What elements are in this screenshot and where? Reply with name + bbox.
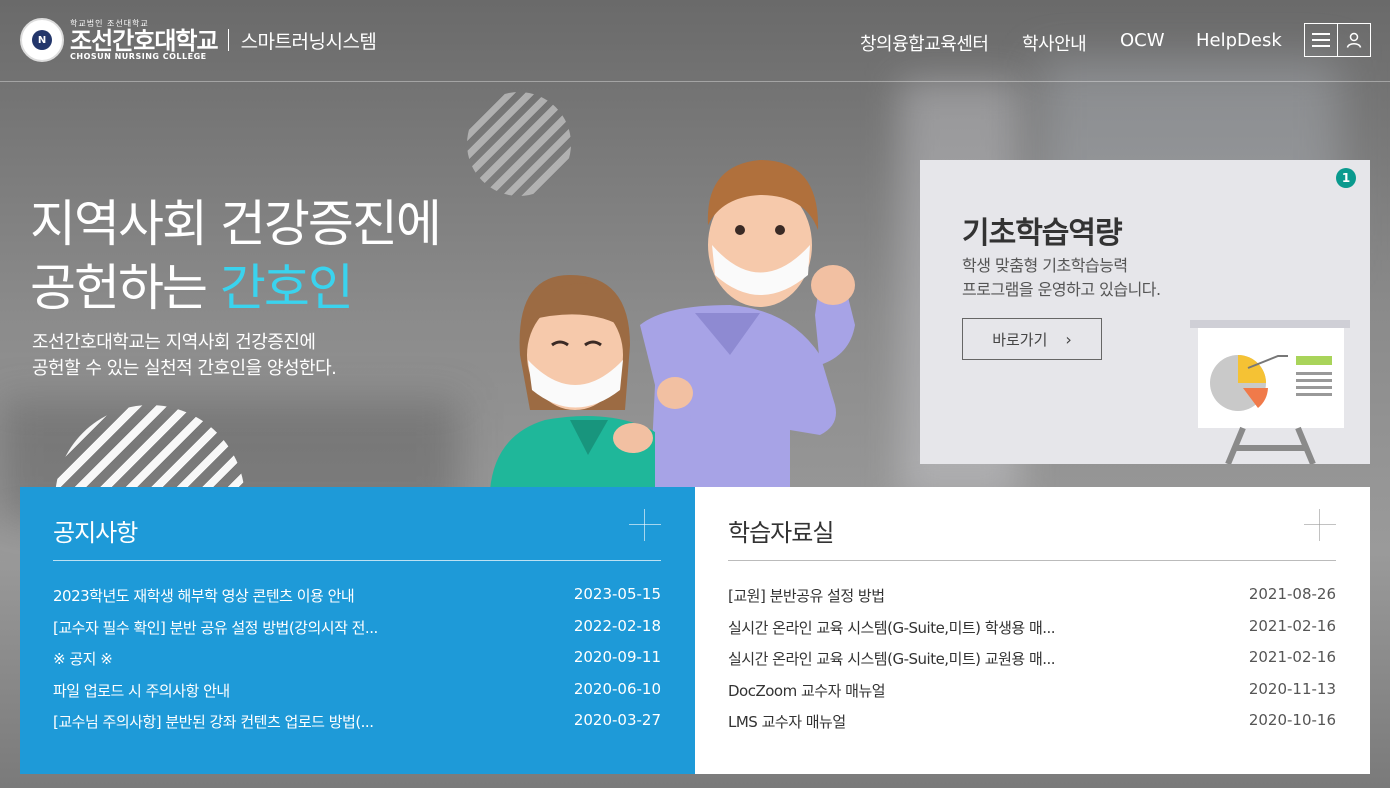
item-title[interactable]: [교원] 분반공유 설정 방법 [728,585,885,617]
notice-list: 2023학년도 재학생 해부학 영상 콘텐츠 이용 안내 2023-05-15 [… [53,585,661,743]
promo-card: 1 기초학습역량 학생 맞춤형 기초학습능력 프로그램을 운영하고 있습니다. … [920,160,1370,464]
list-item[interactable]: 2023학년도 재학생 해부학 영상 콘텐츠 이용 안내 2023-05-15 [53,585,661,617]
item-date: 2021-08-26 [1248,585,1336,603]
list-item[interactable]: 파일 업로드 시 주의사항 안내 2020-06-10 [53,680,661,712]
list-item[interactable]: ※ 공지 ※ 2020-09-11 [53,648,661,680]
plus-icon[interactable] [1304,509,1336,541]
item-title[interactable]: DocZoom 교수자 매뉴얼 [728,680,886,712]
user-icon [1346,32,1362,48]
college-emblem-icon: N [20,18,64,62]
plus-icon[interactable] [629,509,661,541]
library-title: 학습자료실 [728,519,834,547]
item-date: 2021-02-16 [1248,648,1336,666]
menu-button[interactable] [1304,23,1338,57]
nurse-characters-illustration [490,160,855,490]
item-date: 2020-06-10 [573,679,661,698]
logo-divider [227,29,229,51]
list-item[interactable]: [교수님 주의사항] 분반된 강좌 컨텐츠 업로드 방법(... 2020-03-… [53,711,661,743]
hero-subtitle-line1: 조선간호대학교는 지역사회 건강증진에 [32,332,316,353]
go-button[interactable]: 바로가기 › [962,318,1102,360]
slide-badge[interactable]: 1 [1336,168,1356,188]
item-date: 2020-09-11 [573,648,661,666]
item-title[interactable]: 실시간 온라인 교육 시스템(G-Suite,미트) 교원용 매... [728,648,1056,680]
hero-subtitle: 조선간호대학교는 지역사회 건강증진에 공헌할 수 있는 실천적 간호인을 양성… [32,330,337,382]
list-item[interactable]: 실시간 온라인 교육 시스템(G-Suite,미트) 교원용 매... 2021-… [728,648,1336,680]
header: N 학교법인 조선대학교 조선간호대학교 CHOSUN NURSING COLL… [0,0,1390,82]
item-date: 2020-10-16 [1248,711,1336,729]
item-title[interactable]: 파일 업로드 시 주의사항 안내 [53,680,230,712]
list-item[interactable]: 실시간 온라인 교육 시스템(G-Suite,미트) 학생용 매... 2021-… [728,617,1336,649]
emblem-letter: N [32,30,52,50]
logo-name: 조선간호대학교 [70,26,219,55]
promo-desc-line2: 프로그램을 운영하고 있습니다. [962,280,1161,299]
promo-desc-line1: 학생 맞춤형 기초학습능력 [962,256,1128,275]
notice-title: 공지사항 [53,519,138,547]
promo-title: 기초학습역량 [962,216,1123,251]
divider [53,560,661,561]
item-title[interactable]: 실시간 온라인 교육 시스템(G-Suite,미트) 학생용 매... [728,617,1056,649]
item-title[interactable]: ※ 공지 ※ [53,648,113,680]
item-date: 2021-02-16 [1248,616,1336,635]
library-board: 학습자료실 [교원] 분반공유 설정 방법 2021-08-26 실시간 온라인 … [695,487,1370,774]
list-item[interactable]: [교원] 분반공유 설정 방법 2021-08-26 [728,585,1336,617]
item-date: 2023-05-15 [573,585,661,603]
hero-title: 지역사회 건강증진에 공헌하는 간호인 [30,192,442,320]
menu-icon [1312,33,1330,47]
item-title[interactable]: LMS 교수자 매뉴얼 [728,711,846,743]
nav-item-helpdesk[interactable]: HelpDesk [1196,30,1282,51]
nav-item-creative-center[interactable]: 창의융합교육센터 [860,30,989,56]
page: N 학교법인 조선대학교 조선간호대학교 CHOSUN NURSING COLL… [0,0,1390,788]
go-button-label: 바로가기 [992,330,1048,349]
list-item[interactable]: [교수자 필수 확인] 분반 공유 설정 방법(강의시작 전... 2022-02… [53,617,661,649]
presentation-board-icon [1190,320,1350,464]
list-item[interactable]: DocZoom 교수자 매뉴얼 2020-11-13 [728,680,1336,712]
system-name: 스마트러닝시스템 [240,30,377,53]
item-title[interactable]: [교수님 주의사항] 분반된 강좌 컨텐츠 업로드 방법(... [53,711,374,743]
logo[interactable]: N 학교법인 조선대학교 조선간호대학교 CHOSUN NURSING COLL… [20,18,377,62]
logo-text: 학교법인 조선대학교 조선간호대학교 CHOSUN NURSING COLLEG… [70,19,219,61]
hero-title-prefix: 공헌하는 [30,259,220,317]
item-date: 2020-11-13 [1248,679,1336,698]
chevron-right-icon: › [1065,329,1072,349]
hero-title-line2: 공헌하는 간호인 [30,256,440,320]
list-item[interactable]: LMS 교수자 매뉴얼 2020-10-16 [728,711,1336,743]
item-date: 2020-03-27 [573,711,661,729]
divider [728,560,1336,561]
library-list: [교원] 분반공유 설정 방법 2021-08-26 실시간 온라인 교육 시스템… [728,585,1336,743]
nav-item-academic[interactable]: 학사안내 [1022,30,1087,56]
notice-board: 공지사항 2023학년도 재학생 해부학 영상 콘텐츠 이용 안내 2023-05… [20,487,695,774]
logo-english: CHOSUN NURSING COLLEGE [70,51,207,61]
hero-title-line1: 지역사회 건강증진에 [30,195,442,253]
promo-description: 학생 맞춤형 기초학습능력 프로그램을 운영하고 있습니다. [962,254,1161,302]
user-button[interactable] [1337,23,1371,57]
item-date: 2022-02-18 [573,616,661,635]
hero-subtitle-line2: 공헌할 수 있는 실천적 간호인을 양성한다. [32,358,337,379]
hero-title-accent: 간호인 [219,259,354,317]
item-title[interactable]: [교수자 필수 확인] 분반 공유 설정 방법(강의시작 전... [53,617,378,649]
item-title[interactable]: 2023학년도 재학생 해부학 영상 콘텐츠 이용 안내 [53,585,355,617]
nav-item-ocw[interactable]: OCW [1120,30,1165,51]
